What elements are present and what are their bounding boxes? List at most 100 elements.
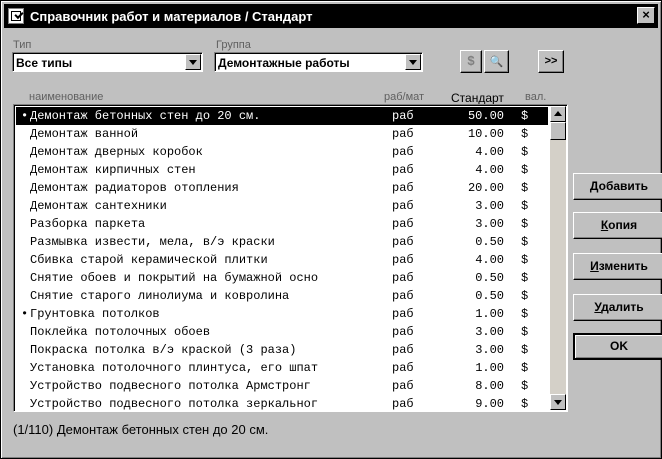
edit-button-accel: И: [590, 259, 599, 273]
list-item[interactable]: Демонтаж дверных коробок раб 4.00 $: [16, 143, 548, 161]
list-item[interactable]: Разборка паркета раб 3.00 $: [16, 215, 548, 233]
items-list[interactable]: • Демонтаж бетонных стен до 20 см. раб 5…: [13, 104, 568, 412]
row-unit: раб: [392, 289, 414, 303]
type-select[interactable]: Все типы: [12, 52, 203, 72]
add-button-label: обавить: [598, 179, 649, 193]
chevron-down-icon[interactable]: [185, 54, 201, 70]
list-item[interactable]: • Грунтовка потолков раб 1.00 $: [16, 305, 548, 323]
row-name: Демонтаж сантехники: [30, 199, 167, 213]
list-item[interactable]: Устройство подвесного потолка зеркальног…: [16, 395, 548, 411]
copy-button[interactable]: Копия: [573, 212, 662, 239]
row-currency: $: [521, 127, 529, 141]
row-unit: раб: [392, 127, 414, 141]
row-name: Устройство подвесного потолка Армстронг: [30, 379, 311, 393]
row-price: 9.00: [475, 397, 504, 411]
row-currency: $: [521, 307, 529, 321]
row-currency: $: [521, 343, 529, 357]
group-select-value: Демонтажные работы: [218, 56, 350, 70]
row-name: Поклейка потолочных обоев: [30, 325, 211, 339]
row-name: Покраска потолка в/э краской (3 раза): [30, 343, 297, 357]
row-price: 4.00: [475, 163, 504, 177]
column-header-name: наименование: [29, 91, 104, 103]
next-button[interactable]: >>: [538, 50, 564, 73]
list-item[interactable]: Демонтаж сантехники раб 3.00 $: [16, 197, 548, 215]
row-price: 0.50: [475, 289, 504, 303]
row-unit: раб: [392, 271, 414, 285]
row-currency: $: [521, 217, 529, 231]
search-button[interactable]: 🔍: [484, 50, 509, 73]
list-item[interactable]: Установка потолочного плинтуса, его шпат…: [16, 359, 548, 377]
status-text: (1/110) Демонтаж бетонных стен до 20 см.: [13, 422, 269, 437]
list-item[interactable]: Демонтаж радиаторов отопления раб 20.00 …: [16, 179, 548, 197]
row-price: 0.50: [475, 271, 504, 285]
row-marker: •: [21, 109, 29, 123]
row-price: 4.00: [475, 253, 504, 267]
row-currency: $: [521, 163, 529, 177]
row-currency: $: [521, 361, 529, 375]
window-title: Справочник работ и материалов / Стандарт: [30, 8, 313, 24]
row-currency: $: [521, 181, 529, 195]
list-item[interactable]: Снятие старого линолиума и ковролина раб…: [16, 287, 548, 305]
row-currency: $: [521, 235, 529, 249]
row-unit: раб: [392, 217, 414, 231]
row-name: Установка потолочного плинтуса, его шпат: [30, 361, 319, 375]
title-bar[interactable]: Справочник работ и материалов / Стандарт…: [4, 4, 658, 28]
row-name: Разборка паркета: [30, 217, 146, 231]
binoculars-icon: 🔍: [489, 56, 504, 68]
row-unit: раб: [392, 235, 414, 249]
row-currency: $: [521, 271, 529, 285]
type-select-value: Все типы: [16, 56, 73, 70]
row-currency: $: [521, 109, 529, 123]
delete-button[interactable]: Удалить: [573, 294, 662, 321]
vertical-scrollbar[interactable]: [550, 106, 566, 410]
row-price: 3.00: [475, 199, 504, 213]
row-unit: раб: [392, 397, 414, 411]
list-item[interactable]: Покраска потолка в/э краской (3 раза) ра…: [16, 341, 548, 359]
add-button-accel: Д: [589, 179, 599, 193]
column-header-currency: вал.: [525, 91, 547, 103]
close-button[interactable]: ×: [637, 7, 655, 24]
column-header-price: Стандарт: [451, 91, 504, 105]
list-item[interactable]: Устройство подвесного потолка Армстронг …: [16, 377, 548, 395]
row-currency: $: [521, 289, 529, 303]
row-name: Демонтаж кирпичных стен: [30, 163, 196, 177]
list-item[interactable]: Демонтаж ванной раб 10.00 $: [16, 125, 548, 143]
row-currency: $: [521, 325, 529, 339]
row-name: Грунтовка потолков: [30, 307, 160, 321]
row-name: Размывка извести, мела, в/э краски: [30, 235, 275, 249]
add-button[interactable]: Добавить: [573, 173, 662, 200]
row-name: Снятие старого линолиума и ковролина: [30, 289, 290, 303]
row-name: Демонтаж дверных коробок: [30, 145, 203, 159]
row-price: 3.00: [475, 343, 504, 357]
list-item[interactable]: Сбивка старой керамической плитки раб 4.…: [16, 251, 548, 269]
row-price: 50.00: [467, 109, 504, 123]
type-label: Тип: [13, 39, 32, 51]
currency-button[interactable]: $: [460, 50, 482, 73]
chevron-down-icon[interactable]: [405, 54, 421, 70]
scroll-up-arrow-icon[interactable]: [550, 106, 566, 122]
ok-button[interactable]: OK: [573, 333, 662, 360]
edit-button[interactable]: Изменить: [573, 253, 662, 280]
row-price: 1.00: [475, 307, 504, 321]
scroll-down-arrow-icon[interactable]: [550, 394, 566, 410]
delete-button-label: далить: [601, 300, 644, 314]
row-name: Снятие обоев и покрытий на бумажной осно: [30, 271, 319, 285]
row-price: 20.00: [467, 181, 504, 195]
row-currency: $: [521, 199, 529, 213]
list-item[interactable]: Поклейка потолочных обоев раб 3.00 $: [16, 323, 548, 341]
scrollbar-thumb[interactable]: [550, 122, 566, 140]
list-item[interactable]: • Демонтаж бетонных стен до 20 см. раб 5…: [16, 107, 548, 125]
row-unit: раб: [392, 343, 414, 357]
row-unit: раб: [392, 163, 414, 177]
list-item[interactable]: Снятие обоев и покрытий на бумажной осно…: [16, 269, 548, 287]
group-select[interactable]: Демонтажные работы: [214, 52, 423, 72]
row-currency: $: [521, 397, 529, 411]
list-item[interactable]: Демонтаж кирпичных стен раб 4.00 $: [16, 161, 548, 179]
group-label: Группа: [216, 39, 251, 51]
row-currency: $: [521, 145, 529, 159]
row-name: Демонтаж бетонных стен до 20 см.: [30, 109, 261, 123]
list-item[interactable]: Размывка извести, мела, в/э краски раб 0…: [16, 233, 548, 251]
row-price: 4.00: [475, 145, 504, 159]
row-unit: раб: [392, 145, 414, 159]
copy-button-label: опия: [608, 218, 638, 232]
